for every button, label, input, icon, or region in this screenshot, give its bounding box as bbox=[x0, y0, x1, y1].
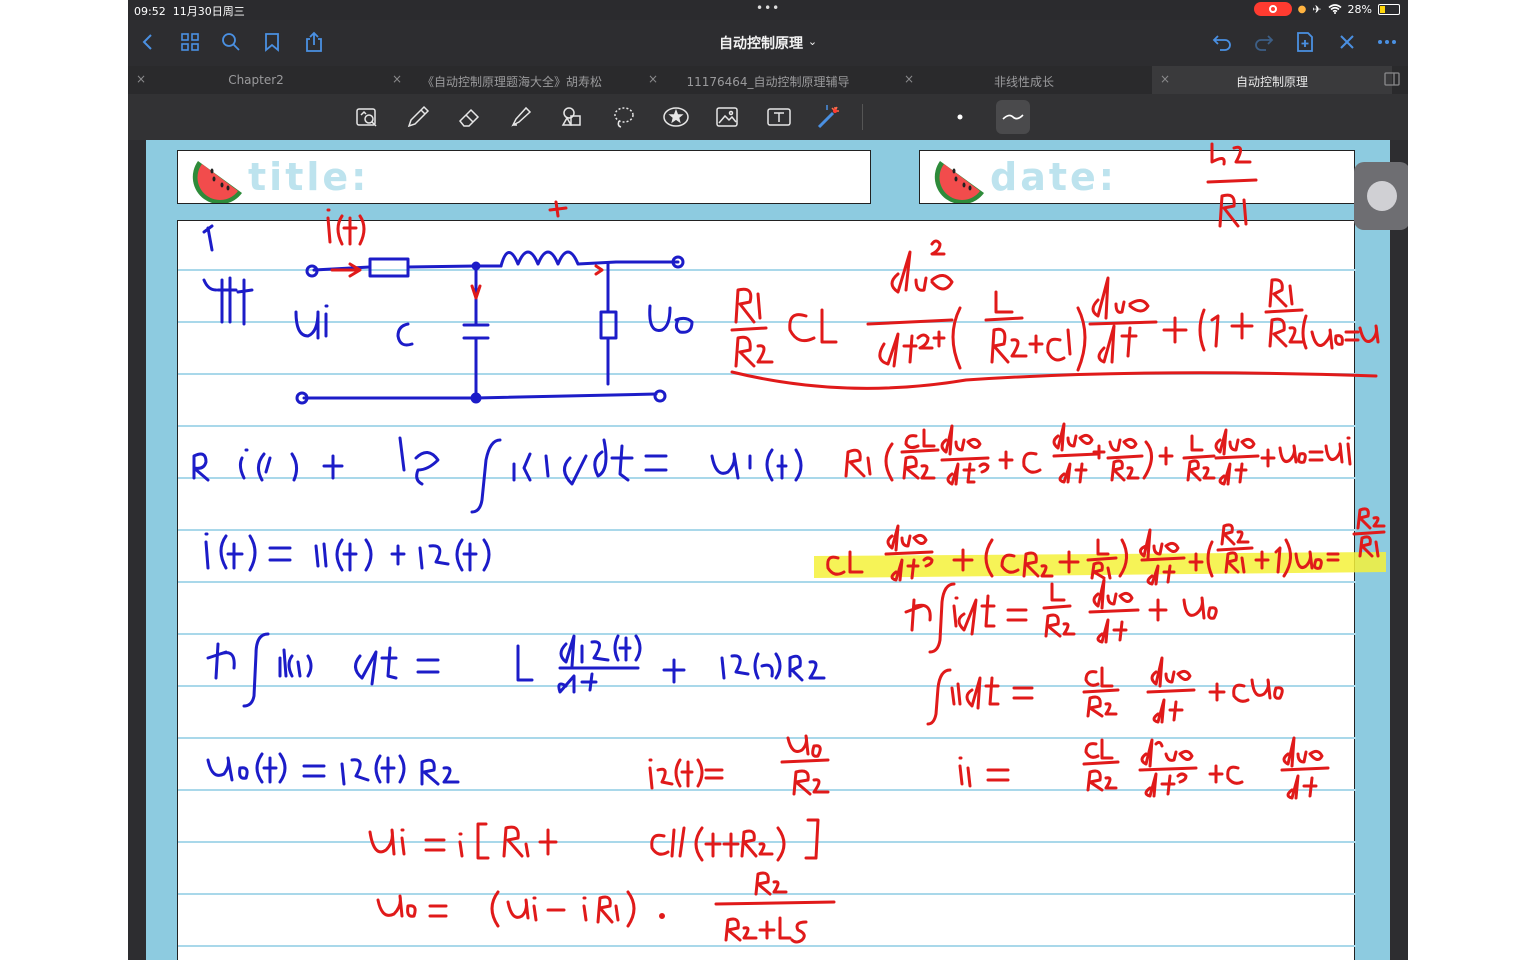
share-icon[interactable] bbox=[300, 28, 328, 56]
sticker-icon[interactable] bbox=[659, 100, 693, 134]
navigation-bar: 自动控制原理 ⌄ bbox=[128, 20, 1408, 64]
tab-exam-book[interactable]: × 《自动控制原理题海大全》胡寿松 bbox=[384, 66, 640, 94]
text-icon[interactable] bbox=[762, 100, 796, 134]
handwritten-notes bbox=[192, 142, 1386, 944]
tab-label: 《自动控制原理题海大全》胡寿松 bbox=[421, 75, 602, 89]
location-icon: ● bbox=[1297, 3, 1307, 15]
zoom-box-icon[interactable] bbox=[350, 100, 384, 134]
eraser-icon[interactable] bbox=[453, 100, 487, 134]
notebook-page[interactable]: title: date: bbox=[146, 140, 1408, 960]
tab-nonlinear[interactable]: × 非线性成长 bbox=[896, 66, 1152, 94]
grid-icon[interactable] bbox=[176, 28, 204, 56]
screen-recording-icon bbox=[1253, 2, 1292, 16]
tab-tutorial[interactable]: × 11176464_自动控制原理辅导 bbox=[640, 66, 896, 94]
wave-stroke-icon[interactable] bbox=[996, 100, 1030, 134]
laser-pointer-icon[interactable] bbox=[812, 100, 846, 134]
tab-label: 11176464_自动控制原理辅导 bbox=[686, 75, 850, 89]
status-time: 09:52 11月30日周三 bbox=[134, 5, 245, 18]
notes-app-window: 09:52 11月30日周三 ••• ● ✈ 28% 自动控制原理 ⌄ × Ch… bbox=[128, 0, 1408, 960]
tab-control-theory[interactable]: × 自动控制原理 bbox=[1152, 66, 1392, 94]
close-icon[interactable] bbox=[1333, 28, 1361, 56]
tab-bar: × Chapter2 × 《自动控制原理题海大全》胡寿松 × 11176464_… bbox=[128, 66, 1408, 94]
bookmark-icon[interactable] bbox=[258, 28, 286, 56]
document-title-button[interactable] bbox=[688, 28, 848, 56]
drawing-toolbar bbox=[128, 94, 1408, 140]
image-icon[interactable] bbox=[710, 100, 744, 134]
back-chevron-icon[interactable] bbox=[134, 28, 162, 56]
status-bar: 09:52 11月30日周三 ••• ● ✈ 28% bbox=[128, 0, 1408, 20]
more-icon[interactable] bbox=[1373, 28, 1401, 56]
stroke-size-dot-icon[interactable] bbox=[943, 100, 977, 134]
undo-icon[interactable] bbox=[1208, 28, 1236, 56]
highlighter-icon[interactable] bbox=[504, 100, 538, 134]
lasso-icon[interactable] bbox=[607, 100, 641, 134]
airplane-icon: ✈ bbox=[1312, 2, 1322, 16]
split-view-icon[interactable] bbox=[1384, 72, 1400, 86]
battery-icon bbox=[1378, 3, 1400, 15]
wifi-icon bbox=[1328, 4, 1342, 14]
shapes-icon[interactable] bbox=[556, 100, 590, 134]
search-icon[interactable] bbox=[217, 28, 245, 56]
multitask-dots[interactable]: ••• bbox=[756, 1, 780, 15]
pen-icon[interactable] bbox=[401, 100, 435, 134]
status-date: 11月30日周三 bbox=[172, 5, 245, 18]
tab-label: 自动控制原理 bbox=[1235, 75, 1308, 89]
tab-chapter2[interactable]: × Chapter2 bbox=[128, 66, 384, 94]
tab-label: 非线性成长 bbox=[993, 75, 1054, 89]
tab-label: Chapter2 bbox=[228, 73, 284, 87]
battery-percent: 28% bbox=[1347, 2, 1372, 16]
add-page-icon[interactable] bbox=[1291, 28, 1319, 56]
redo-icon[interactable] bbox=[1250, 28, 1278, 56]
